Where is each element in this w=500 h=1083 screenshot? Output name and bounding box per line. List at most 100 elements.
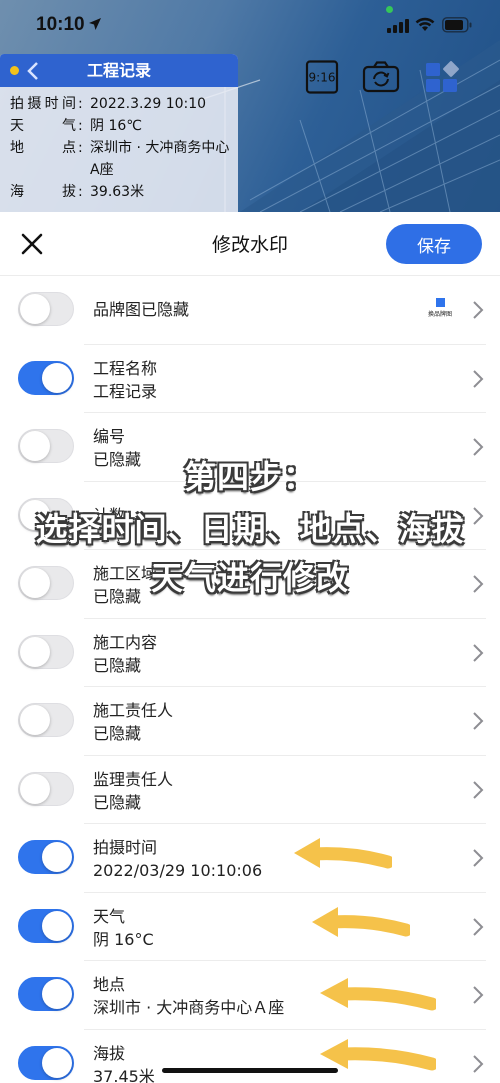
location-arrow-icon xyxy=(89,18,101,30)
field-text: 品牌图已隐藏 xyxy=(93,298,189,321)
watermark-key-time: 拍摄时间 xyxy=(10,96,76,112)
watermark-field-list: 品牌图已隐藏 换品牌图 工程名称 工程记录 编号 已隐藏 计数 施工区域 已隐藏 施工内容 已隐藏施… xyxy=(0,276,500,1083)
visibility-toggle[interactable] xyxy=(18,703,74,737)
field-text: 海拔 37.45米 xyxy=(93,1042,155,1083)
annotation-arrow-time xyxy=(294,838,392,869)
visibility-toggle[interactable] xyxy=(18,360,74,395)
wifi-icon xyxy=(415,17,435,31)
field-row-supervision-lead[interactable]: 监理责任人 已隐藏 xyxy=(0,756,500,825)
battery-icon xyxy=(442,17,472,33)
toggle-knob xyxy=(20,294,50,324)
field-name: 编号 xyxy=(93,427,126,446)
field-name: 天气 xyxy=(93,906,126,926)
field-row-capture-time[interactable]: 拍摄时间 2022/03/29 10:10:06 xyxy=(0,824,500,893)
edit-watermark-sheet: 修改水印 保存 品牌图已隐藏 换品牌图 工程名称 工程记录 编号 已隐藏 计数 施工区域 已隐藏… xyxy=(0,212,500,1083)
field-row-brand-image[interactable]: 品牌图已隐藏换品牌图 xyxy=(0,276,500,345)
field-name: 地点 xyxy=(93,975,126,994)
toggle-knob xyxy=(20,636,50,667)
chevron-right-icon xyxy=(473,712,484,730)
field-row-construction-content[interactable]: 施工内容 已隐藏 xyxy=(0,619,500,688)
status-bar: 10:10 xyxy=(0,0,500,52)
visibility-toggle[interactable] xyxy=(18,771,74,806)
field-name: 拍摄时间 xyxy=(93,838,158,857)
chevron-left-icon xyxy=(27,62,38,80)
field-text: 地点深圳市 · 大冲商务中心Ａ座 xyxy=(93,973,284,1019)
watermark-template-icon[interactable] xyxy=(424,60,462,94)
field-value: 阴 16°C xyxy=(93,929,154,949)
field-name: 海拔 xyxy=(93,1043,126,1063)
sheet-header: 修改水印 保存 xyxy=(0,212,500,276)
switch-camera-icon[interactable] xyxy=(362,60,400,94)
watermark-row-weather: 天气 : 阴 16℃ xyxy=(10,115,238,137)
watermark-value-time: 2022.3.29 10:10 xyxy=(90,96,207,112)
field-text: 工程名称 工程记录 xyxy=(93,357,157,403)
field-row-weather[interactable]: 天气阴 16°C xyxy=(0,893,500,962)
visibility-toggle[interactable] xyxy=(18,908,74,943)
change-brand-image-button[interactable]: 换品牌图 xyxy=(426,298,454,320)
toggle-knob xyxy=(42,842,72,872)
field-text: 施工内容 已隐藏 xyxy=(93,631,157,677)
annotation-arrow-weather xyxy=(312,907,410,937)
watermark-value-location: 深圳市 · 大冲商务中心A座 xyxy=(90,140,230,178)
field-value: 工程记录 xyxy=(93,381,158,401)
visibility-toggle[interactable] xyxy=(18,292,74,326)
annotation-line-2: 选择时间、日期、地点、海拔 xyxy=(35,510,465,548)
toggle-knob xyxy=(20,773,50,804)
home-indicator xyxy=(162,1068,338,1073)
watermark-value-altitude: 39.63米 xyxy=(90,184,145,200)
field-row-project-name[interactable]: 工程名称 工程记录 xyxy=(0,345,500,414)
field-name: 施工责任人 xyxy=(93,701,174,720)
field-name: 工程名称 xyxy=(93,358,158,378)
chevron-right-icon xyxy=(473,1054,484,1073)
watermark-row-location: 地点 : 深圳市 · 大冲商务中心A座 xyxy=(10,137,238,181)
status-time: 10:10 xyxy=(36,14,85,35)
field-value: 2022/03/29 10:10:06 xyxy=(93,861,263,880)
brand-image-icon xyxy=(435,298,445,307)
toggle-knob xyxy=(42,910,72,941)
aspect-ratio-button[interactable]: 9:16 xyxy=(303,60,341,94)
chevron-right-icon xyxy=(473,301,484,319)
watermark-title: 工程记录 xyxy=(86,61,151,80)
watermark-dot xyxy=(10,66,19,75)
visibility-toggle[interactable] xyxy=(18,840,74,874)
privacy-indicator xyxy=(386,6,393,13)
field-text: 拍摄时间 2022/03/29 10:10:06 xyxy=(93,836,262,882)
field-value: 已隐藏 xyxy=(93,724,142,743)
field-name: 监理责任人 xyxy=(93,769,174,789)
visibility-toggle[interactable] xyxy=(18,634,74,669)
field-value: 已隐藏 xyxy=(93,655,142,675)
annotation-line-3: 天气进行修改 xyxy=(150,559,349,597)
chevron-right-icon xyxy=(473,780,484,799)
annotation-step-title: 第四步： xyxy=(183,458,316,496)
toggle-knob xyxy=(42,979,72,1009)
cellular-signal-icon xyxy=(387,19,409,33)
watermark-header: 工程记录 xyxy=(0,54,238,87)
watermark-key-location: 地点 xyxy=(10,140,76,156)
visibility-toggle[interactable] xyxy=(18,1045,74,1080)
annotation-arrow-location xyxy=(320,978,436,1011)
chevron-right-icon xyxy=(473,643,484,662)
field-value: 已隐藏 xyxy=(93,792,142,812)
change-brand-label: 换品牌图 xyxy=(427,311,452,318)
field-text: 施工责任人 已隐藏 xyxy=(93,699,173,745)
toggle-knob xyxy=(20,705,50,735)
watermark-row-altitude: 海拔 : 39.63米 xyxy=(10,181,238,203)
toggle-knob xyxy=(42,362,72,393)
camera-preview: 10:10 工程记录 拍 摄 时 间: 2022.3.29 10:10 天 气… xyxy=(0,0,500,212)
chevron-right-icon xyxy=(473,986,484,1004)
save-button[interactable]: 保存 xyxy=(386,224,482,264)
chevron-right-icon xyxy=(473,917,484,936)
field-row-construction-lead[interactable]: 施工责任人 已隐藏 xyxy=(0,687,500,756)
watermark-rows: 拍摄时间 : 2022.3.29 10:10 天气 : 阴 16℃ 地点 : 深… xyxy=(0,87,238,203)
watermark-preview-card[interactable]: 工程记录 拍摄时间 : 2022.3.29 10:10 天气 : 阴 16℃ 地… xyxy=(0,54,238,212)
watermark-row-time: 拍摄时间 : 2022.3.29 10:10 xyxy=(10,93,238,115)
aspect-ratio-label: 9:16 xyxy=(309,71,336,85)
field-value: 深圳市 · 大冲商务中心Ａ座 xyxy=(93,998,285,1017)
field-value: 37.45米 xyxy=(93,1066,155,1083)
toggle-knob xyxy=(42,1047,72,1078)
visibility-toggle[interactable] xyxy=(18,977,74,1011)
annotation-arrow-altitude xyxy=(320,1039,436,1071)
chevron-right-icon xyxy=(473,369,484,388)
field-text: 天气阴 16°C xyxy=(93,905,154,951)
field-name: 品牌图已隐藏 xyxy=(93,300,190,319)
